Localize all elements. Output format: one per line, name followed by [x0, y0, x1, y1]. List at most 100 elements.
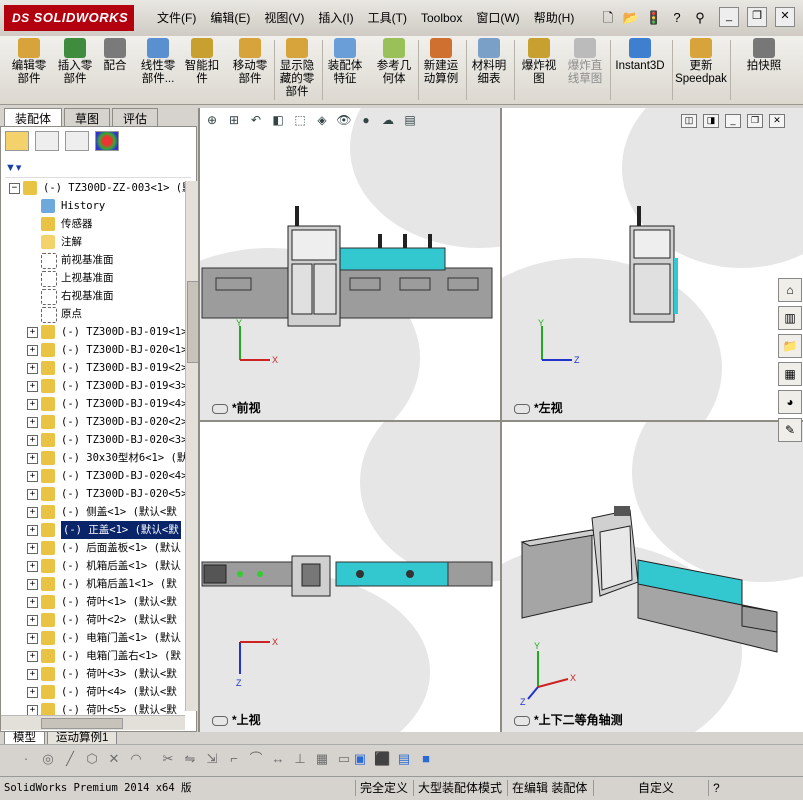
circle-icon[interactable]: ◎ — [40, 751, 56, 767]
zoom-to-fit-icon[interactable]: ⊕ — [204, 112, 220, 128]
display-manager-icon[interactable] — [95, 131, 119, 151]
speedpak-button[interactable]: 更新 Speedpak — [674, 38, 728, 86]
hide-show-icon[interactable]: 👁 — [336, 112, 352, 128]
view-settings-icon[interactable]: ▤ — [402, 112, 418, 128]
cross-icon[interactable]: ✕ — [106, 751, 122, 767]
dimension-icon[interactable]: ↔ — [270, 751, 286, 767]
menu-file[interactable]: 文件(F) — [150, 9, 203, 27]
cube-icon[interactable]: ⬛ — [374, 751, 390, 767]
left-view[interactable]: Y Z *左视 — [502, 108, 803, 420]
tree-item[interactable]: + (-) 正盖<1> (默认<默 — [1, 521, 186, 539]
line-icon[interactable]: ╱ — [62, 751, 78, 767]
status-custom[interactable]: 自定义 — [593, 780, 674, 796]
configuration-manager-icon[interactable] — [65, 131, 89, 151]
view-palette-icon[interactable]: ▦ — [778, 362, 802, 386]
grid-icon[interactable]: ▦ — [314, 751, 330, 767]
expand-icon[interactable]: + — [27, 507, 38, 518]
plane-sketch-icon[interactable]: ▭ — [336, 751, 352, 767]
expand-icon[interactable]: + — [27, 327, 38, 338]
new-document-icon[interactable]: 🗋 — [598, 8, 618, 28]
tree-item[interactable]: + (-) 侧盖<1> (默认<默 — [1, 503, 186, 521]
expand-icon[interactable]: + — [27, 561, 38, 572]
tree-vertical-scrollbar[interactable] — [185, 181, 199, 711]
isometric-view[interactable]: Y X Z *上下二等角轴测 — [502, 422, 803, 732]
tree-item[interactable]: + (-) TZ300D-BJ-020<1> — [1, 341, 186, 359]
open-folder-icon[interactable]: 📂 — [621, 8, 641, 28]
help-question-icon[interactable]: ? — [667, 8, 687, 28]
zoom-area-icon[interactable]: ⊞ — [226, 112, 242, 128]
expand-icon[interactable]: + — [27, 633, 38, 644]
tree-item[interactable]: 原点 — [1, 305, 186, 323]
expand-icon[interactable]: + — [27, 417, 38, 428]
viewport-split-icon[interactable]: ◨ — [703, 114, 719, 128]
tree-item[interactable]: + (-) TZ300D-BJ-020<2> — [1, 413, 186, 431]
exploded-view-button[interactable]: 爆炸视 图 — [516, 38, 562, 86]
expand-icon[interactable]: + — [27, 471, 38, 482]
expand-icon[interactable]: + — [27, 579, 38, 590]
tree-item[interactable]: + (-) 荷叶<4> (默认<默 — [1, 683, 186, 701]
tree-item[interactable]: 传感器 — [1, 215, 186, 233]
mate-button[interactable]: 配合 — [98, 38, 132, 73]
tree-item[interactable]: + (-) TZ300D-BJ-019<4> — [1, 395, 186, 413]
file-explorer-icon[interactable]: 📁 — [778, 334, 802, 358]
tree-item[interactable]: + (-) 30x30型材6<1> (默 — [1, 449, 186, 467]
tree-item[interactable]: + (-) TZ300D-BJ-019<3> — [1, 377, 186, 395]
property-manager-icon[interactable] — [35, 131, 59, 151]
top-view[interactable]: Z X *上视 — [200, 422, 500, 732]
reference-geometry-button[interactable]: 参考几 何体 — [372, 38, 416, 86]
close-icon[interactable]: ✕ — [775, 7, 795, 27]
menu-edit[interactable]: 编辑(E) — [203, 9, 257, 27]
display-style-icon[interactable]: ◈ — [314, 112, 330, 128]
view-orientation-icon[interactable]: ⬚ — [292, 112, 308, 128]
bom-button[interactable]: 材料明 细表 — [466, 38, 512, 86]
linear-pattern-button[interactable]: 线性零 部件... — [136, 38, 180, 86]
tree-item[interactable]: 注解 — [1, 233, 186, 251]
viewport-link-icon[interactable]: ◫ — [681, 114, 697, 128]
tree-item[interactable]: + (-) 电箱门盖<1> (默认 — [1, 629, 186, 647]
tree-item[interactable]: 右视基准面 — [1, 287, 186, 305]
motion-study-button[interactable]: 新建运 动算例 — [418, 38, 464, 86]
help-question-icon-status[interactable]: ? — [708, 780, 720, 796]
tree-item[interactable]: + (-) 电箱门盖右<1> (默 — [1, 647, 186, 665]
expand-icon[interactable]: + — [27, 489, 38, 500]
mirror-icon[interactable]: ⇋ — [182, 751, 198, 767]
tree-root[interactable]: − (-) TZ300D-ZZ-003<1> (默 — [1, 179, 186, 197]
show-hidden-button[interactable]: 显示隐 藏的零 部件 — [274, 38, 320, 99]
instant3d-button[interactable]: Instant3D — [610, 38, 670, 73]
expand-icon[interactable]: + — [27, 453, 38, 464]
move-component-button[interactable]: 移动零 部件 — [228, 38, 272, 86]
trim-icon[interactable]: ✂ — [160, 751, 176, 767]
edit-component-button[interactable]: 编辑零 部件 — [6, 38, 52, 86]
solid-cube-icon[interactable]: ■ — [418, 751, 434, 767]
pin-icon[interactable]: ⚲ — [690, 8, 710, 28]
tree-item[interactable]: + (-) 荷叶<3> (默认<默 — [1, 665, 186, 683]
expand-icon[interactable]: + — [27, 363, 38, 374]
smart-fastener-button[interactable]: 智能扣 件 — [180, 38, 224, 86]
left-view-model[interactable] — [502, 108, 803, 420]
expand-icon[interactable]: + — [27, 669, 38, 680]
tree-item[interactable]: + (-) 机箱后盖1<1> (默 — [1, 575, 186, 593]
front-view[interactable]: Y X *前视 — [200, 108, 500, 420]
box-icon[interactable]: ▣ — [352, 751, 368, 767]
restore-icon[interactable]: ❐ — [747, 7, 767, 27]
tree-item[interactable]: + (-) TZ300D-BJ-019<1> — [1, 323, 186, 341]
layer-icon[interactable]: ▤ — [396, 751, 412, 767]
tree-item[interactable]: 上视基准面 — [1, 269, 186, 287]
expand-icon[interactable]: + — [27, 687, 38, 698]
arc-icon[interactable]: ◠ — [128, 751, 144, 767]
tree-item[interactable]: + (-) 荷叶<1> (默认<默 — [1, 593, 186, 611]
custom-properties-icon[interactable]: ✎ — [778, 418, 802, 442]
menu-tools[interactable]: 工具(T) — [361, 9, 414, 27]
fillet-icon[interactable]: ⌒ — [248, 751, 264, 767]
corner-icon[interactable]: ⌐ — [226, 751, 242, 767]
viewport-close-icon[interactable]: ✕ — [769, 114, 785, 128]
graphics-area[interactable]: ⊕ ⊞ ↶ ◧ ⬚ ◈ 👁 ● ☁ ▤ ◫ ◨ _ ❐ ✕ Y X *前视 Y … — [198, 108, 803, 732]
menu-toolbox[interactable]: Toolbox — [414, 9, 469, 27]
snapshot-button[interactable]: 拍快照 — [736, 38, 792, 73]
scene-icon[interactable]: ☁ — [380, 112, 396, 128]
menu-view[interactable]: 视图(V) — [257, 9, 311, 27]
offset-icon[interactable]: ⇲ — [204, 751, 220, 767]
tree-horizontal-scrollbar[interactable] — [1, 715, 185, 730]
expand-icon[interactable]: + — [27, 543, 38, 554]
expand-icon[interactable]: + — [27, 597, 38, 608]
